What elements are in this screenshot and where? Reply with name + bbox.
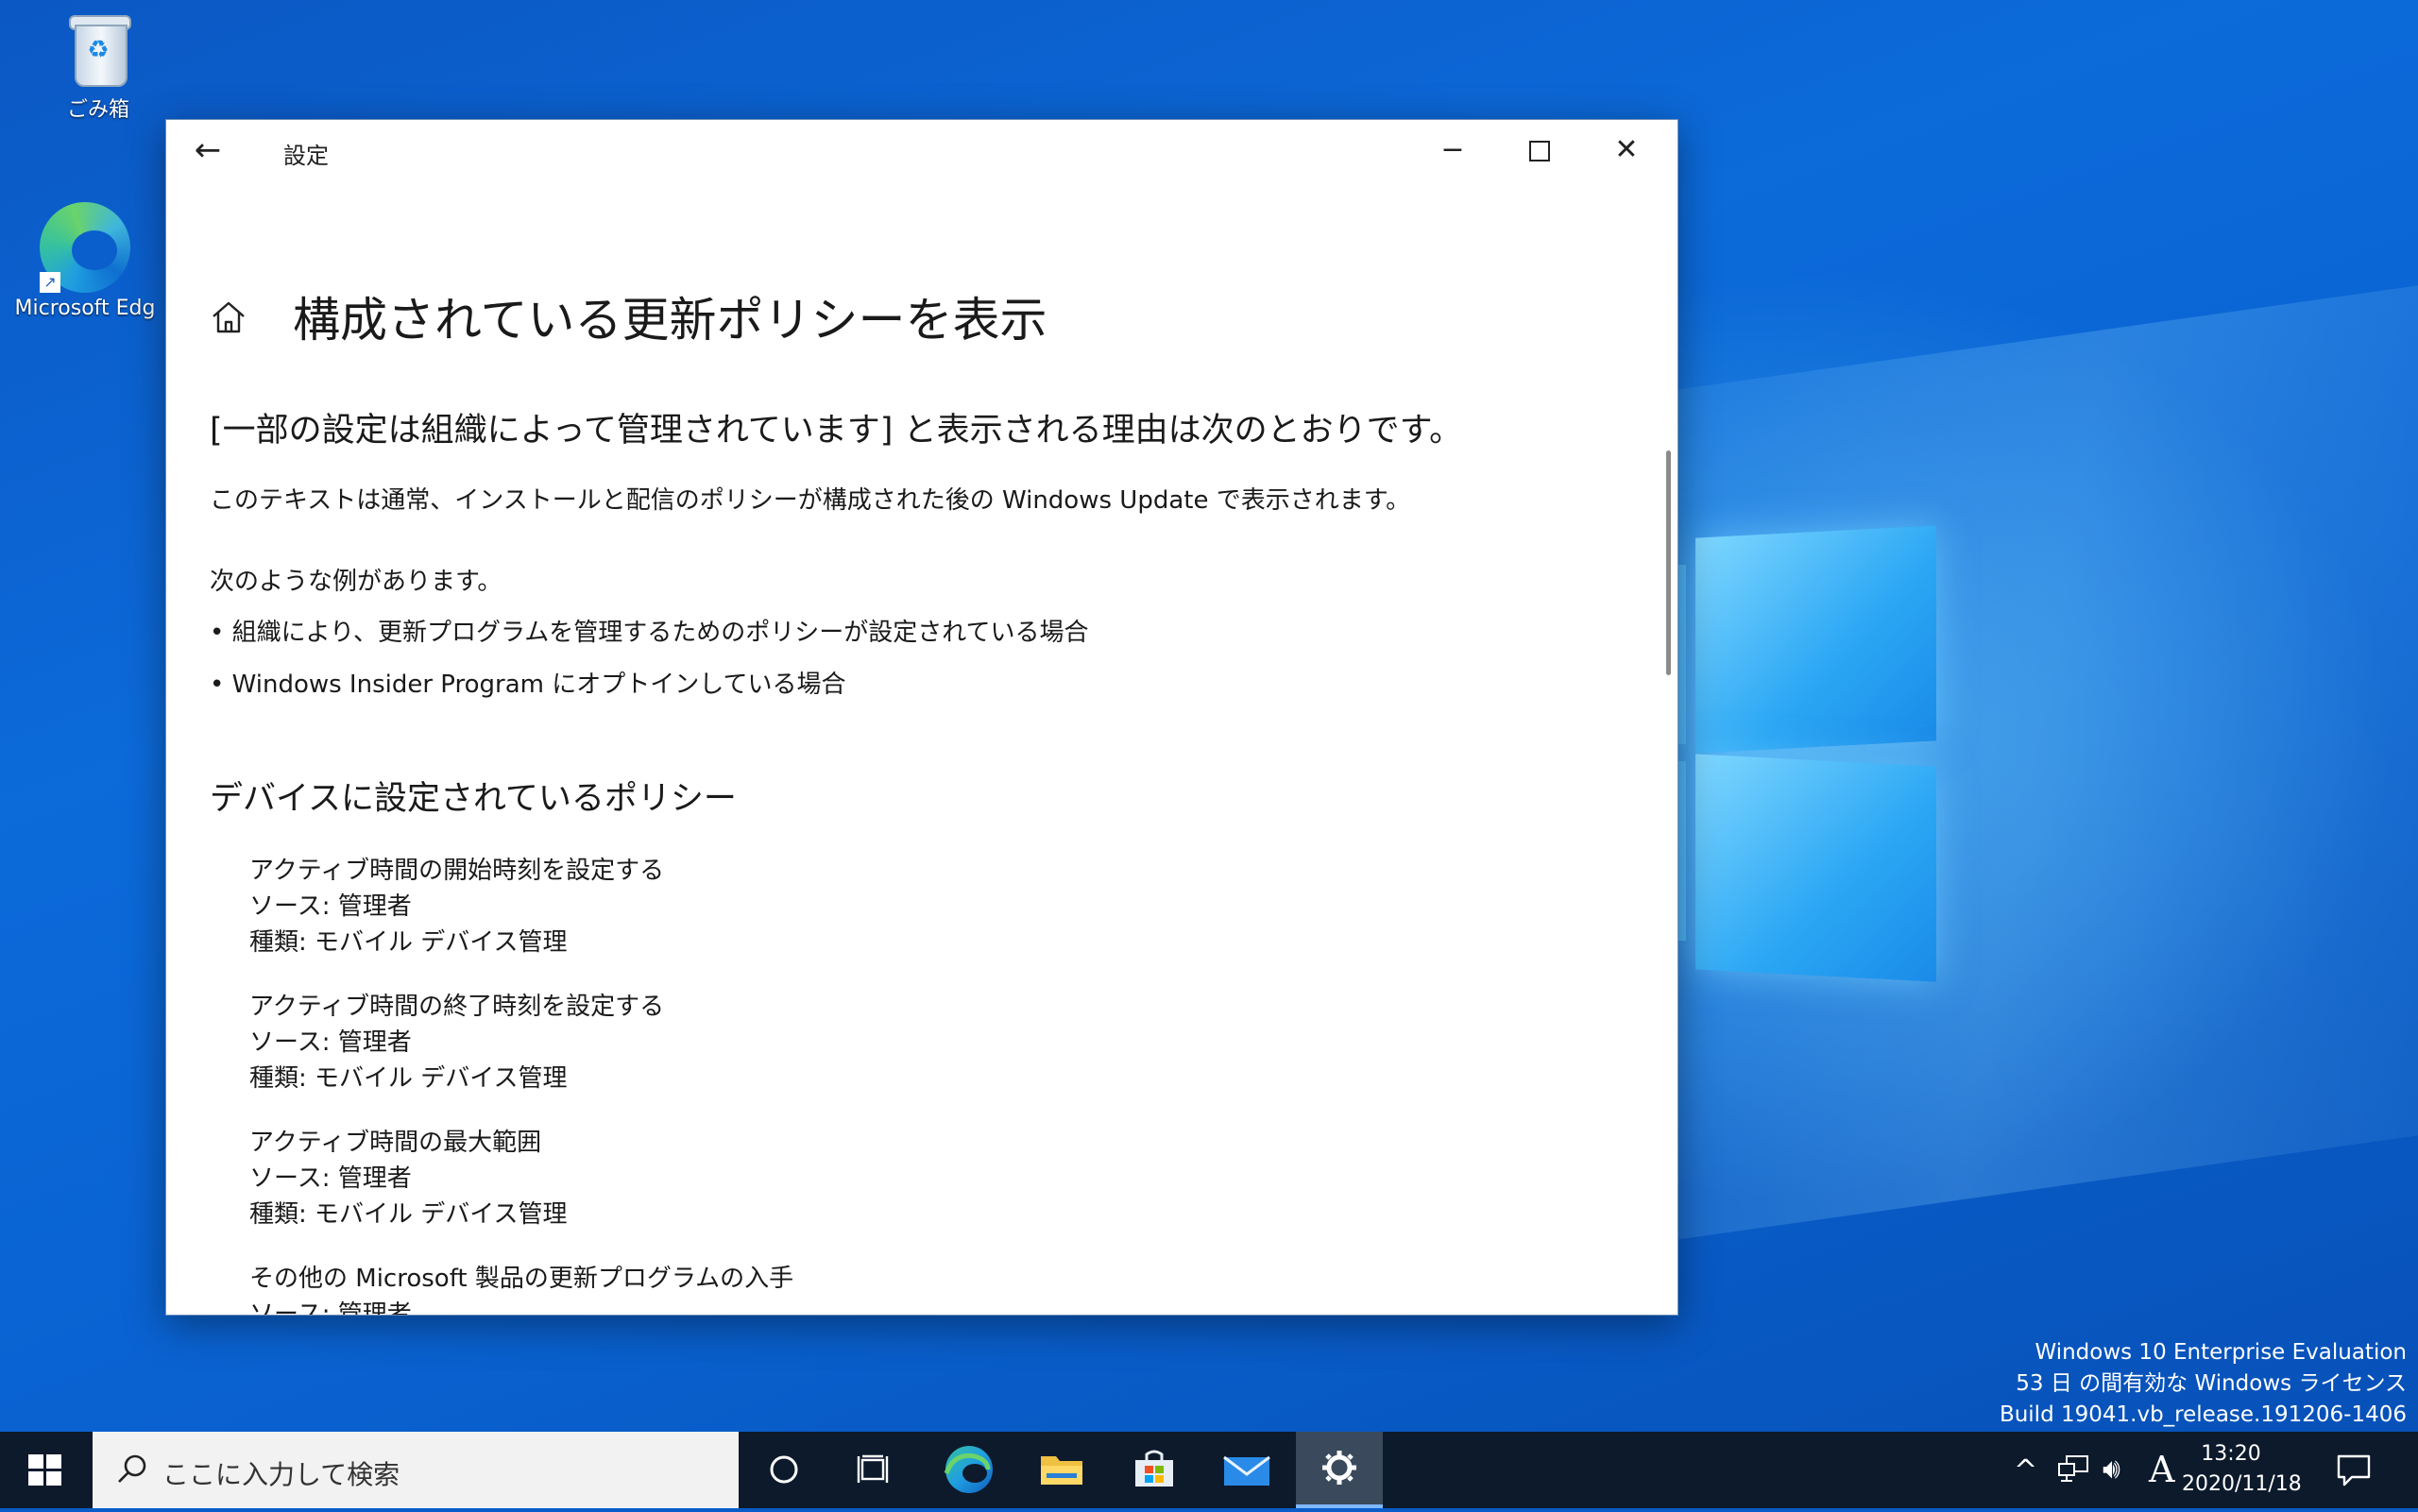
clock-date: 2020/11/18	[2182, 1472, 2302, 1496]
back-arrow-icon: ←	[194, 131, 222, 169]
minimize-icon: −	[1440, 133, 1465, 166]
windows-logo-icon	[28, 1454, 62, 1487]
window-title: 設定	[283, 143, 329, 169]
volume-icon[interactable]: 🔊︎	[2103, 1453, 2120, 1486]
wallpaper-logo-pane	[1695, 525, 1936, 754]
policy-item: アクティブ時間の終了時刻を設定する ソース: 管理者 種類: モバイル デバイス…	[249, 989, 664, 1096]
evaluation-watermark: Windows 10 Enterprise Evaluation 53 日 の間…	[2000, 1337, 2407, 1431]
file-explorer-icon	[1041, 1456, 1082, 1485]
start-button[interactable]	[0, 1432, 91, 1508]
desktop-icon-label: Microsoft Edg	[14, 297, 156, 320]
examples-label: 次のような例があります。	[210, 568, 502, 596]
back-button[interactable]: ←	[185, 129, 230, 171]
shortcut-arrow-icon: ↗	[40, 272, 60, 293]
close-button[interactable]: ✕	[1583, 120, 1670, 180]
maximize-button[interactable]	[1496, 120, 1583, 180]
maximize-icon	[1529, 140, 1550, 161]
ime-mode-indicator[interactable]: A	[2149, 1449, 2174, 1490]
close-icon: ✕	[1614, 133, 1639, 166]
bullet-item: • Windows Insider Program にオプトインしている場合	[210, 671, 846, 699]
watermark-line: Build 19041.vb_release.191206-1406	[1999, 1402, 2407, 1427]
settings-window: ← 設定 − ✕ 構成されている更新ポリシーを表示 [一部の設定は組織によって管…	[165, 119, 1678, 1316]
policy-source: ソース: 管理者	[249, 1164, 412, 1193]
show-hidden-icons-chevron[interactable]: ^	[2014, 1454, 2037, 1487]
file-explorer-button[interactable]	[1018, 1432, 1105, 1508]
policy-source: ソース: 管理者	[249, 1300, 412, 1316]
mail-button[interactable]	[1203, 1432, 1290, 1508]
policy-source: ソース: 管理者	[249, 892, 412, 921]
cortana-button[interactable]	[741, 1432, 827, 1508]
policy-source: ソース: 管理者	[249, 1028, 412, 1057]
network-icon[interactable]	[2057, 1454, 2089, 1483]
search-icon	[118, 1454, 146, 1483]
policy-type: 種類: モバイル デバイス管理	[249, 1200, 568, 1229]
settings-content: 構成されている更新ポリシーを表示 [一部の設定は組織によって管理されています] …	[166, 180, 1677, 1315]
section-heading-why: [一部の設定は組織によって管理されています] と表示される理由は次のとおりです。	[210, 412, 1463, 450]
policy-type: 種類: モバイル デバイス管理	[249, 1064, 568, 1093]
policy-name: アクティブ時間の最大範囲	[249, 1129, 542, 1157]
desktop-icon-recycle-bin[interactable]: ♻ ごみ箱	[23, 11, 174, 123]
settings-taskbar-button[interactable]	[1296, 1432, 1383, 1508]
policy-item: その他の Microsoft 製品の更新プログラムの入手 ソース: 管理者 種類…	[249, 1261, 794, 1316]
taskbar-edge-button[interactable]	[926, 1432, 1013, 1508]
wallpaper-logo-pane	[1695, 754, 1936, 982]
watermark-line: Windows 10 Enterprise Evaluation	[2035, 1340, 2407, 1365]
recycle-bin-icon: ♻	[65, 11, 131, 87]
mail-icon	[1223, 1455, 1270, 1486]
store-icon	[1135, 1450, 1173, 1487]
cortana-icon	[770, 1455, 798, 1484]
task-view-button[interactable]	[831, 1432, 918, 1508]
edge-icon: ↗	[40, 202, 130, 293]
policy-item: アクティブ時間の最大範囲 ソース: 管理者 種類: モバイル デバイス管理	[249, 1125, 568, 1232]
intro-text: このテキストは通常、インストールと配信のポリシーが構成された後の Windows…	[210, 486, 1411, 515]
watermark-line: 53 日 の間有効な Windows ライセンス	[2016, 1371, 2407, 1396]
desktop-icon-label: ごみ箱	[66, 98, 129, 122]
policy-item: アクティブ時間の開始時刻を設定する ソース: 管理者 種類: モバイル デバイス…	[249, 853, 664, 960]
policy-name: アクティブ時間の終了時刻を設定する	[249, 993, 665, 1021]
bullet-item: • 組織により、更新プログラムを管理するためのポリシーが設定されている場合	[210, 619, 1089, 647]
section-heading-policies: デバイスに設定されているポリシー	[210, 780, 737, 818]
store-button[interactable]	[1111, 1432, 1198, 1508]
policy-type: 種類: モバイル デバイス管理	[249, 928, 568, 957]
policy-name: その他の Microsoft 製品の更新プログラムの入手	[249, 1265, 794, 1293]
desktop-icon-edge[interactable]: ↗ Microsoft Edg	[9, 202, 161, 320]
home-icon[interactable]	[208, 296, 249, 337]
settings-icon	[1322, 1451, 1356, 1485]
vertical-scrollbar[interactable]	[1666, 450, 1671, 675]
taskbar: ここに入力して検索 ^ 🔊︎ A 13:20 2020/11/18	[0, 1432, 2418, 1508]
title-bar[interactable]: ← 設定 − ✕	[166, 120, 1677, 180]
taskbar-search-box[interactable]: ここに入力して検索	[93, 1432, 739, 1508]
clock-time: 13:20	[2201, 1442, 2261, 1466]
search-placeholder: ここに入力して検索	[162, 1459, 400, 1490]
policy-name: アクティブ時間の開始時刻を設定する	[249, 857, 665, 885]
edge-icon	[944, 1446, 993, 1493]
action-center-icon[interactable]	[2333, 1449, 2375, 1490]
taskbar-clock[interactable]: 13:20 2020/11/18	[2182, 1439, 2302, 1500]
minimize-button[interactable]: −	[1409, 120, 1496, 180]
page-title: 構成されている更新ポリシーを表示	[293, 293, 1047, 348]
task-view-icon	[857, 1454, 889, 1483]
